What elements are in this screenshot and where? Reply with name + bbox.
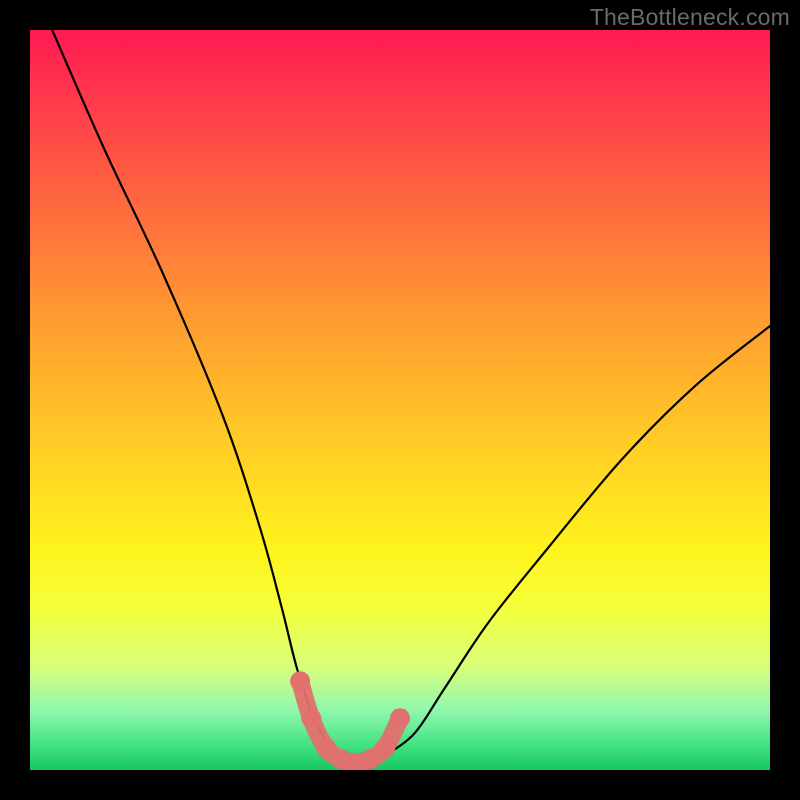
highlight-dot <box>375 738 395 758</box>
plot-area <box>30 30 770 770</box>
chart-frame: TheBottleneck.com <box>0 0 800 800</box>
highlight-dot <box>390 708 410 728</box>
curve-svg <box>30 30 770 770</box>
highlight-dot <box>290 671 310 691</box>
bottleneck-curve <box>52 30 770 764</box>
optimal-range-dots <box>290 671 410 770</box>
watermark-text: TheBottleneck.com <box>590 4 790 31</box>
highlight-dot <box>301 708 321 728</box>
